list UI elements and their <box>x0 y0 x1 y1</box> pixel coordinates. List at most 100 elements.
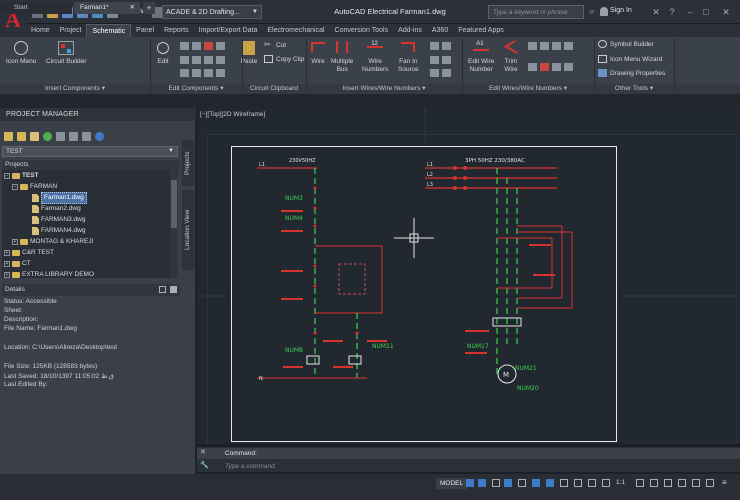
align-icon[interactable] <box>216 42 225 50</box>
copy-clip-button[interactable]: Copy Clip <box>264 55 304 63</box>
reverse-icon[interactable] <box>192 55 201 64</box>
wire-button[interactable]: Wire <box>309 40 327 66</box>
selection-cycling-icon[interactable] <box>588 479 596 487</box>
details-toggle-icon[interactable] <box>170 286 177 293</box>
wire-number-leader-icon[interactable] <box>528 42 537 50</box>
edit-wire-number-button[interactable]: A1 Edit Wire Number <box>468 40 494 74</box>
drawing-properties-button[interactable]: Drawing Properties <box>598 69 665 77</box>
hide-attr-icon[interactable] <box>204 69 213 78</box>
tab-a360[interactable]: A360 <box>427 24 453 37</box>
tree-item-cr-test[interactable]: + C&R TEST <box>4 248 54 258</box>
copy-component-icon[interactable] <box>192 42 201 50</box>
tree-item-farman3[interactable]: FARMAN3.dwg <box>32 215 85 225</box>
project-tasks-icon[interactable] <box>69 131 78 141</box>
retag-icon[interactable] <box>216 69 225 78</box>
customization-icon[interactable]: ≡ <box>722 479 730 487</box>
multiple-bus-button[interactable]: Multiple Bus <box>331 40 353 74</box>
group-other-tools[interactable]: Other Tools ▾ <box>594 84 674 94</box>
destination-arrow-icon[interactable] <box>430 69 439 78</box>
circuit-builder-button[interactable]: Circuit Builder <box>46 40 86 66</box>
attribute-icon[interactable] <box>180 69 189 78</box>
wire-type-icon[interactable] <box>430 42 439 50</box>
wire-numbers-button[interactable]: 12 Wire Numbers <box>362 40 388 74</box>
toggle-angle-icon[interactable] <box>552 62 561 71</box>
group-insert-wires[interactable]: Insert Wires/Wire Numbers ▾ <box>306 84 462 94</box>
command-input[interactable]: Type a command <box>225 461 735 472</box>
exchange-icon[interactable]: ✕ <box>650 6 662 18</box>
wrench-icon[interactable]: 🔧 <box>200 461 210 471</box>
side-tab-projects[interactable]: Projects <box>182 140 194 186</box>
move-icon[interactable] <box>180 42 189 50</box>
tree-item-ct[interactable]: + CT <box>4 259 31 269</box>
fix-icon[interactable] <box>552 42 561 50</box>
annotation-monitor-icon[interactable] <box>650 479 658 487</box>
tab-import-export-data[interactable]: Import/Export Data <box>194 24 263 37</box>
expand-icon[interactable]: + <box>4 272 10 278</box>
gap-icon[interactable] <box>442 42 451 50</box>
close-tab-icon[interactable]: ✕ <box>130 2 135 14</box>
hardware-acceleration-icon[interactable] <box>692 479 700 487</box>
publish-project-icon[interactable] <box>82 131 91 141</box>
show-wires-icon[interactable] <box>564 62 573 71</box>
scoot-icon[interactable] <box>180 55 189 64</box>
expand-icon[interactable]: + <box>12 239 18 245</box>
tree-item-farman[interactable]: − FARMAN <box>12 182 57 192</box>
close-icon[interactable]: ✕ <box>720 6 732 18</box>
workspace-switching-icon[interactable] <box>636 479 644 487</box>
isodraft-icon[interactable] <box>518 479 526 487</box>
tree-item-extra-library[interactable]: + EXTRA LIBRARY DEMO <box>4 270 94 278</box>
ortho-icon[interactable] <box>492 479 500 487</box>
tab-start[interactable]: Start <box>0 2 72 14</box>
tab-featured-apps[interactable]: Featured Apps <box>453 24 509 37</box>
delete-wire-icon[interactable] <box>540 62 549 71</box>
open-project-icon[interactable] <box>4 131 13 141</box>
object-snap-icon[interactable] <box>546 479 554 487</box>
tab-electromechanical[interactable]: Electromechanical <box>262 24 329 37</box>
tree-scrollbar-thumb[interactable] <box>171 180 177 228</box>
tab-add-ins[interactable]: Add-ins <box>393 24 427 37</box>
tree-item-farman4[interactable]: FARMAN4.dwg <box>32 226 85 236</box>
search-icon[interactable]: ⌕ <box>586 6 598 18</box>
ladder-icon[interactable] <box>430 55 439 64</box>
isolate-objects-icon[interactable] <box>678 479 686 487</box>
icon-menu-button[interactable]: Icon Menu <box>6 40 36 66</box>
tab-project[interactable]: Project <box>55 24 87 37</box>
tag-icon[interactable] <box>192 69 201 78</box>
lineweight-icon[interactable] <box>560 479 568 487</box>
expand-icon[interactable]: + <box>4 250 10 256</box>
model-space-button[interactable]: MODEL <box>436 478 468 489</box>
cut-button[interactable]: ✂ Cut <box>264 41 286 49</box>
help-icon[interactable]: ? <box>666 6 678 18</box>
polar-icon[interactable] <box>504 479 512 487</box>
sign-in-button[interactable]: Sign In <box>610 7 632 14</box>
details-options-icon[interactable] <box>159 286 166 293</box>
group-edit-components[interactable]: Edit Components ▾ <box>150 84 242 94</box>
icon-menu-wizard-button[interactable]: Icon Menu Wizard <box>598 55 662 63</box>
close-icon[interactable]: ✕ <box>200 448 210 458</box>
group-insert-components[interactable]: Insert Components ▾ <box>0 84 150 94</box>
edit-button[interactable]: Edit <box>154 40 172 66</box>
tab-reports[interactable]: Reports <box>159 24 194 37</box>
expand-icon[interactable]: + <box>4 261 10 267</box>
swap-icon[interactable] <box>216 55 225 64</box>
collapse-icon[interactable]: − <box>12 184 18 190</box>
annotation-visibility-icon[interactable] <box>602 479 610 487</box>
project-properties-icon[interactable] <box>56 131 65 141</box>
workspace-switcher[interactable]: ACADE & 2D Drafting... ▼ <box>162 5 262 19</box>
swap-wire-icon[interactable] <box>540 42 549 50</box>
side-tab-location-view[interactable]: Location View <box>182 190 194 270</box>
new-tab-button[interactable]: + <box>143 2 155 14</box>
grid-icon[interactable] <box>466 479 474 487</box>
toggle-no-nc-icon[interactable] <box>204 55 213 64</box>
tab-panel[interactable]: Panel <box>131 24 159 37</box>
stretch-wire-icon[interactable] <box>528 62 537 71</box>
symbol-builder-button[interactable]: Symbol Builder <box>598 40 654 48</box>
cable-marker-icon[interactable] <box>442 69 451 78</box>
delete-component-icon[interactable] <box>204 42 213 50</box>
new-project-icon[interactable] <box>17 131 26 141</box>
tree-item-farman1[interactable]: Farman1.dwg <box>32 192 87 204</box>
refresh-icon[interactable] <box>43 131 52 141</box>
group-edit-wires[interactable]: Edit Wires/Wire Numbers ▾ <box>462 84 594 94</box>
annotation-scale[interactable]: 1:1 <box>616 479 625 486</box>
transparency-icon[interactable] <box>574 479 582 487</box>
